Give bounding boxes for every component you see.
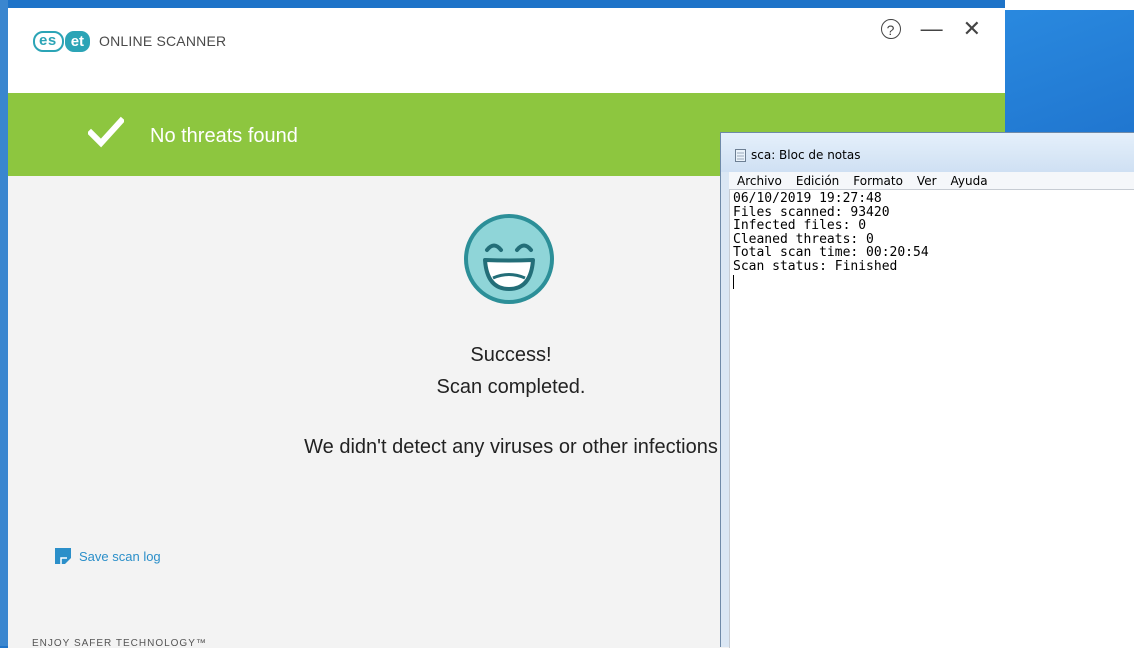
- desktop-strip: [1005, 0, 1134, 10]
- save-scan-log-link[interactable]: Save scan log: [55, 548, 161, 564]
- logo-mark-left: es: [33, 30, 64, 52]
- eset-logo: es et ONLINE SCANNER: [33, 30, 226, 52]
- notepad-title-group: sca: Bloc de notas: [735, 148, 860, 162]
- help-icon[interactable]: ?: [880, 19, 901, 39]
- check-icon: [88, 116, 124, 148]
- window-controls: ? — ✕: [880, 17, 981, 41]
- menu-archivo[interactable]: Archivo: [721, 174, 789, 188]
- notepad-titlebar[interactable]: sca: Bloc de notas: [721, 133, 1134, 172]
- footer-tagline: ENJOY SAFER TECHNOLOGY™: [32, 638, 207, 648]
- window-border: [0, 0, 8, 646]
- notepad-window: sca: Bloc de notas Archivo Edición Forma…: [720, 132, 1134, 648]
- menu-ver[interactable]: Ver: [910, 174, 944, 188]
- notepad-text-area[interactable]: 06/10/2019 19:27:48 Files scanned: 93420…: [729, 189, 1134, 648]
- close-icon[interactable]: ✕: [963, 17, 981, 41]
- logo-mark-right: et: [64, 30, 91, 52]
- menu-ayuda[interactable]: Ayuda: [944, 174, 995, 188]
- eset-logo-mark: es et: [33, 30, 91, 52]
- banner-status-text: No threats found: [150, 125, 298, 147]
- save-scan-log-label: Save scan log: [79, 548, 161, 564]
- notepad-menubar: Archivo Edición Formato Ver Ayuda: [721, 172, 1134, 189]
- notepad-content[interactable]: 06/10/2019 19:27:48 Files scanned: 93420…: [733, 192, 929, 273]
- save-icon: [55, 548, 71, 564]
- text-caret: [733, 275, 734, 289]
- smiley-icon: [464, 214, 554, 304]
- menu-formato[interactable]: Formato: [846, 174, 910, 188]
- minimize-icon[interactable]: —: [921, 17, 943, 41]
- menu-edicion[interactable]: Edición: [789, 174, 846, 188]
- app-title: ONLINE SCANNER: [99, 33, 227, 49]
- eset-titlebar: es et ONLINE SCANNER ? — ✕: [8, 8, 1005, 93]
- notepad-icon: [735, 148, 746, 162]
- notepad-left-border: [721, 172, 729, 647]
- notepad-title: sca: Bloc de notas: [751, 148, 861, 162]
